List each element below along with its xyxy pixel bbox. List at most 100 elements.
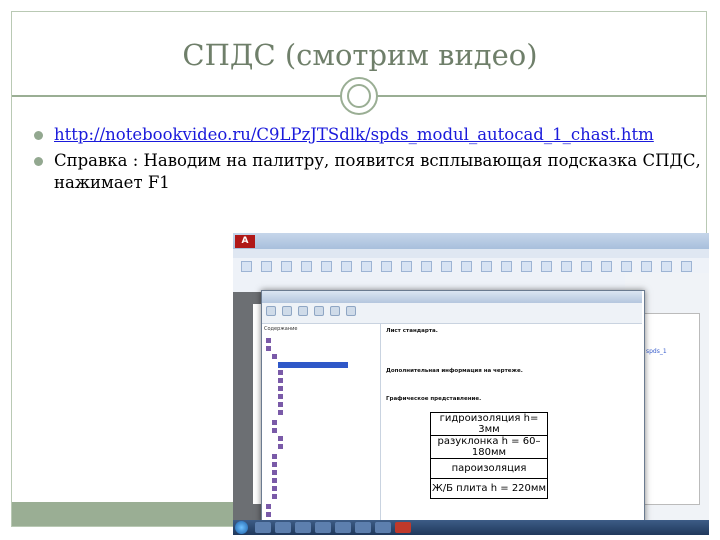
home-icon[interactable] — [314, 306, 324, 316]
tree-item[interactable] — [272, 420, 279, 426]
book-icon — [272, 354, 277, 359]
options-icon[interactable] — [346, 306, 356, 316]
book-icon — [266, 512, 271, 517]
tree-item[interactable] — [278, 436, 285, 442]
ribbon-tool-icon[interactable] — [581, 261, 592, 272]
bullet-list: http://notebookvideo.ru/C9LPzJTSdlk/spds… — [34, 124, 704, 198]
autocad-logo-icon[interactable]: A — [235, 235, 255, 248]
ribbon-tool-icon[interactable] — [541, 261, 552, 272]
tree-item[interactable] — [272, 486, 279, 492]
ribbon-tool-icon[interactable] — [441, 261, 452, 272]
page-icon — [278, 370, 283, 375]
taskbar-app-icon[interactable] — [355, 522, 371, 533]
help-titlebar — [262, 291, 642, 303]
help-window: Содержание Лист стандарта. Дополнительна… — [261, 290, 645, 524]
windows-taskbar — [233, 520, 709, 535]
page-icon — [278, 386, 283, 391]
print-icon[interactable] — [330, 306, 340, 316]
book-icon — [272, 428, 277, 433]
bullet-dot-icon — [34, 131, 43, 140]
ribbon-tool-icon[interactable] — [621, 261, 632, 272]
page-icon — [278, 444, 283, 449]
ribbon-tool-icon[interactable] — [341, 261, 352, 272]
tree-item[interactable] — [272, 454, 279, 460]
taskbar-app-icon[interactable] — [315, 522, 331, 533]
table-cell: разуклонка h = 60–180мм — [430, 435, 548, 459]
tab-contents[interactable]: Содержание — [264, 326, 297, 332]
help-heading: Лист стандарта. — [386, 328, 438, 334]
tree-item[interactable] — [278, 370, 285, 376]
ribbon-tool-icon[interactable] — [481, 261, 492, 272]
ribbon-tool-icon[interactable] — [381, 261, 392, 272]
tree-item[interactable] — [266, 512, 273, 518]
page-icon — [278, 378, 283, 383]
bullet-dot-icon — [34, 157, 43, 166]
help-contents-tree: Содержание — [262, 324, 381, 522]
forward-icon[interactable] — [298, 306, 308, 316]
tree-item[interactable] — [272, 462, 279, 468]
video-link[interactable]: http://notebookvideo.ru/C9LPzJTSdlk/spds… — [54, 125, 654, 144]
ribbon-tool-icon[interactable] — [261, 261, 272, 272]
book-icon — [272, 454, 277, 459]
table-cell: пароизоляция — [430, 458, 548, 479]
ribbon-tool-icon[interactable] — [301, 261, 312, 272]
bullet-item-link: http://notebookvideo.ru/C9LPzJTSdlk/spds… — [34, 124, 704, 146]
back-icon[interactable] — [282, 306, 292, 316]
tree-item[interactable] — [278, 444, 285, 450]
ribbon-tool-icon[interactable] — [601, 261, 612, 272]
ribbon-tool-icon[interactable] — [421, 261, 432, 272]
tree-item[interactable] — [272, 354, 279, 360]
ribbon-tool-icon[interactable] — [241, 261, 252, 272]
tree-item[interactable] — [278, 378, 285, 384]
ribbon-tool-icon[interactable] — [641, 261, 652, 272]
page-icon — [278, 394, 283, 399]
table-cell: гидроизоляция h= 3мм — [430, 412, 548, 436]
tree-item[interactable] — [278, 394, 285, 400]
hide-icon[interactable] — [266, 306, 276, 316]
help-content-pane: Лист стандарта. Дополнительная информаци… — [382, 324, 642, 522]
taskbar-app-icon[interactable] — [295, 522, 311, 533]
taskbar-app-icon[interactable] — [275, 522, 291, 533]
ribbon-tool-icon[interactable] — [401, 261, 412, 272]
tree-item[interactable] — [272, 478, 279, 484]
book-icon — [272, 494, 277, 499]
tree-item[interactable] — [266, 346, 273, 352]
tree-item[interactable] — [266, 338, 273, 344]
bullet-text: Справка : Наводим на палитру, появится в… — [54, 151, 701, 192]
word-doc-link[interactable]: spds_1 — [646, 348, 667, 355]
start-button-icon[interactable] — [235, 521, 248, 534]
taskbar-autocad-icon[interactable] — [395, 522, 411, 533]
taskbar-app-icon[interactable] — [375, 522, 391, 533]
tree-item[interactable] — [278, 386, 285, 392]
ribbon-tool-icon[interactable] — [281, 261, 292, 272]
book-icon — [272, 478, 277, 483]
ribbon-tool-icon[interactable] — [321, 261, 332, 272]
bullet-item-help: Справка : Наводим на палитру, появится в… — [34, 150, 704, 194]
autocad-ribbon-tabs — [233, 249, 709, 258]
ribbon-tool-icon[interactable] — [361, 261, 372, 272]
page-icon — [278, 436, 283, 441]
tree-item[interactable] — [272, 470, 279, 476]
tree-item[interactable] — [272, 428, 279, 434]
tree-item[interactable] — [278, 410, 285, 416]
page-icon — [278, 402, 283, 407]
tree-item[interactable] — [266, 504, 273, 510]
ribbon-tool-icon[interactable] — [461, 261, 472, 272]
page-icon — [278, 410, 283, 415]
ribbon-tool-icon[interactable] — [661, 261, 672, 272]
taskbar-app-icon[interactable] — [335, 522, 351, 533]
book-icon — [272, 486, 277, 491]
book-icon — [266, 346, 271, 351]
taskbar-app-icon[interactable] — [255, 522, 271, 533]
ribbon-tool-icon[interactable] — [681, 261, 692, 272]
autocad-titlebar: A — [233, 233, 709, 249]
tree-item-selected[interactable] — [278, 362, 348, 368]
tree-item[interactable] — [272, 494, 279, 500]
decorative-ring-icon — [340, 77, 378, 115]
ribbon-tool-icon[interactable] — [501, 261, 512, 272]
ribbon-tool-icon[interactable] — [521, 261, 532, 272]
tree-item[interactable] — [278, 402, 285, 408]
table-cell: Ж/Б плита h = 220мм — [430, 478, 548, 499]
ribbon-tool-icon[interactable] — [561, 261, 572, 272]
book-icon — [266, 338, 271, 343]
